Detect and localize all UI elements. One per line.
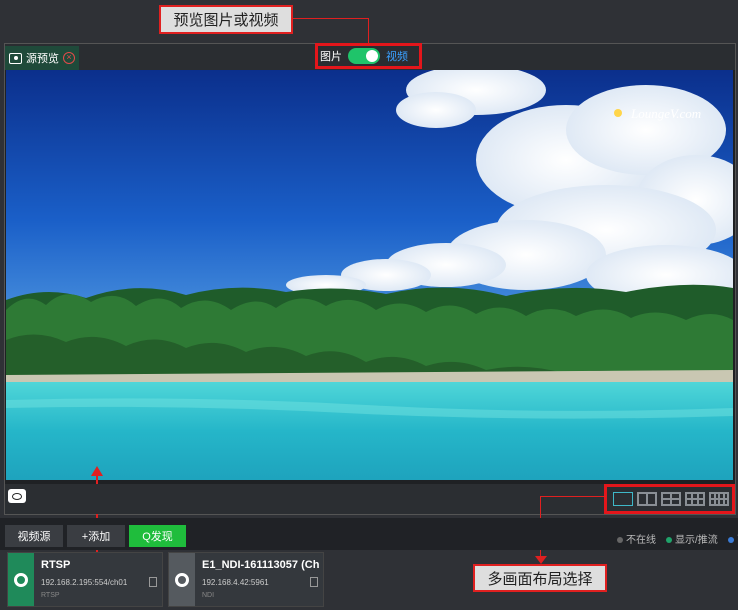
callout-connector [293,18,369,19]
arrow-head-icon [535,556,547,564]
preview-image: LoungeV.com [6,70,733,480]
card-icon-area [169,553,195,606]
watermark-text: LoungeV.com [630,106,701,121]
source-type: RTSP [41,592,60,599]
layout-4x4-icon[interactable] [709,492,729,506]
source-name: E1_NDI-161113057 (Ch... [202,559,320,571]
eye-icon[interactable] [8,489,26,503]
source-name: RTSP [41,559,71,571]
video-source-button[interactable]: 视频源 [5,525,63,547]
source-card[interactable]: E1_NDI-161113057 (Ch... 192.168.4.42:596… [168,552,324,607]
source-address: 192.168.2.195:554/ch01 [41,578,128,587]
callout-connector [368,18,369,43]
status-legend: 不在线 显示/推流 已 [617,531,738,546]
layout-selector[interactable] [607,485,734,513]
callout-preview-image-or-video: 预览图片或视频 [159,5,293,34]
source-address: 192.168.4.42:5961 [202,578,269,587]
legend-offline: 不在线 [617,531,656,546]
toggle-video-label: 视频 [386,51,408,63]
callout-multi-layout-selection: 多画面布局选择 [473,564,607,592]
add-source-button[interactable]: +添加 [67,525,125,547]
source-card[interactable]: RTSP 192.168.2.195:554/ch01 RTSP [7,552,163,607]
callout-connector [540,496,606,497]
toggle-switch[interactable] [348,48,380,64]
camera-icon [14,572,28,587]
tab-source-preview[interactable]: 源预览 × [5,46,79,70]
beach-scene-image: LoungeV.com [6,70,733,480]
copy-icon[interactable] [310,577,318,587]
arrow-head-icon [91,466,103,476]
layout-3x3-icon[interactable] [685,492,705,506]
tab-source-preview-label: 源预览 [26,53,59,65]
card-icon-area [8,553,34,606]
camera-icon [175,572,189,587]
layout-1x1-icon[interactable] [613,492,633,506]
copy-icon[interactable] [149,577,157,587]
layout-2x2-icon[interactable] [661,492,681,506]
legend-other: 已 [727,531,738,546]
toggle-image-label: 图片 [320,51,342,63]
preview-icon [9,52,22,64]
legend-display-push: 显示/推流 [666,531,718,546]
close-icon[interactable]: × [63,52,75,64]
layout-1x2-icon[interactable] [637,492,657,506]
watermark-sun-icon [614,109,622,117]
discover-button[interactable]: Q发现 [129,525,186,547]
source-type: NDI [202,592,215,599]
image-video-toggle[interactable]: 图片 视频 [320,48,408,64]
